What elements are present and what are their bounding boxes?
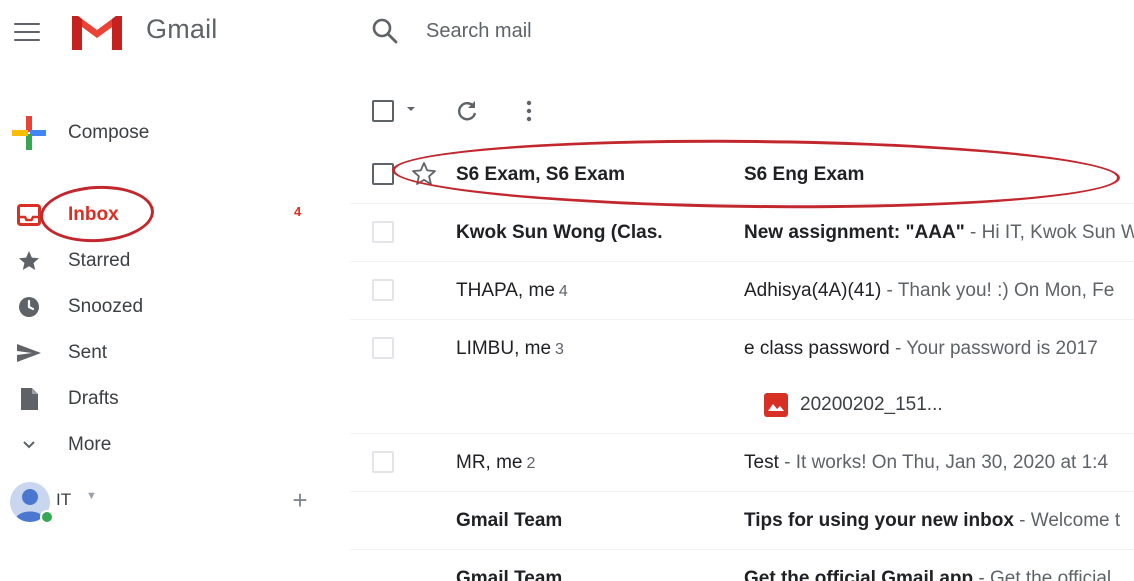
email-sender: LIMBU, me 3: [456, 338, 564, 359]
gmail-logo-icon[interactable]: [68, 10, 126, 54]
email-checkbox[interactable]: [372, 279, 394, 301]
sidebar-item-snoozed[interactable]: Snoozed: [0, 284, 330, 330]
email-sender: Gmail Team: [456, 510, 563, 531]
account-name: IT: [56, 490, 72, 509]
sidebar-item-sent[interactable]: Sent: [0, 330, 330, 376]
star-icon: [16, 248, 42, 274]
email-sender: Gmail Team: [456, 568, 563, 581]
sidebar-item-label: Inbox: [68, 204, 119, 225]
unread-count-badge: 4: [294, 204, 302, 219]
inbox-icon: [16, 202, 42, 228]
top-bar: Gmail: [0, 0, 1134, 64]
email-sender: S6 Exam, S6 Exam: [456, 164, 625, 185]
attachment-name: 20200202_151...: [800, 394, 943, 415]
more-options-icon[interactable]: [516, 98, 542, 124]
add-chat-button[interactable]: +: [284, 484, 316, 516]
sidebar-item-starred[interactable]: Starred: [0, 238, 330, 284]
email-subject: Get the official Gmail app: [744, 568, 974, 581]
caret-down-icon[interactable]: ▼: [86, 490, 97, 502]
app-name: Gmail: [146, 14, 218, 44]
email-checkbox[interactable]: [372, 163, 394, 185]
sidebar-item-label: More: [68, 434, 112, 455]
email-sender: Kwok Sun Wong (Clas.: [456, 222, 663, 243]
search-input[interactable]: [426, 19, 1026, 43]
compose-label: Compose: [68, 122, 150, 143]
email-snippet: - It works! On Thu, Jan 30, 2020 at 1:4: [778, 452, 1109, 473]
email-snippet: - Your password is 2017: [889, 338, 1098, 359]
star-icon[interactable]: [410, 160, 438, 188]
email-content: Get the official Gmail app - Get the off…: [744, 568, 1134, 581]
email-content: e class password - Your password is 2017: [744, 338, 1134, 360]
sidebar-nav: Inbox 4 Starred Snoozed Sent Drafts More: [0, 192, 330, 468]
refresh-icon[interactable]: [454, 98, 480, 124]
select-all-checkbox[interactable]: [372, 100, 394, 122]
email-snippet: - Welcome t: [1013, 510, 1121, 531]
sidebar-item-drafts[interactable]: Drafts: [0, 376, 330, 422]
main-menu-icon[interactable]: [12, 18, 42, 46]
list-toolbar: [360, 88, 760, 134]
email-row[interactable]: S6 Exam, S6 Exam S6 Eng Exam: [350, 146, 1134, 204]
send-icon: [16, 340, 42, 366]
thread-count: 2: [526, 455, 536, 472]
email-subject: Tips for using your new inbox: [744, 510, 1014, 531]
sidebar-item-label: Starred: [68, 250, 131, 271]
search-icon[interactable]: [360, 6, 410, 56]
email-subject: e class password: [744, 338, 890, 359]
attachment-chip[interactable]: 20200202_151...: [756, 388, 955, 422]
email-list: S6 Exam, S6 Exam S6 Eng Exam Kwok Sun Wo…: [350, 146, 1134, 581]
email-row[interactable]: MR, me 2 Test - It works! On Thu, Jan 30,…: [350, 434, 1134, 492]
presence-status-dot: [40, 510, 54, 524]
email-sender: MR, me 2: [456, 452, 536, 473]
email-content: New assignment: "AAA" - Hi IT, Kwok Sun …: [744, 222, 1134, 244]
email-subject: Adhisya(4A)(41): [744, 280, 882, 301]
email-checkbox[interactable]: [372, 221, 394, 243]
email-row[interactable]: Kwok Sun Wong (Clas. New assignment: "AA…: [350, 204, 1134, 262]
email-sender: THAPA, me 4: [456, 280, 568, 301]
draft-icon: [16, 386, 42, 412]
email-snippet: - Hi IT, Kwok Sun W: [964, 222, 1134, 243]
email-content: S6 Eng Exam: [744, 164, 1134, 186]
email-subject: S6 Eng Exam: [744, 164, 865, 185]
thread-count: 4: [558, 283, 568, 300]
sidebar-item-label: Drafts: [68, 388, 119, 409]
email-content: Adhisya(4A)(41) - Thank you! :) On Mon, …: [744, 280, 1134, 302]
sidebar-item-more[interactable]: More: [0, 422, 330, 468]
account-switcher[interactable]: IT ▼ +: [8, 478, 328, 526]
chevron-down-icon: [16, 432, 42, 458]
search-bar[interactable]: [360, 6, 1120, 56]
clock-icon: [16, 294, 42, 320]
compose-button[interactable]: Compose: [4, 104, 194, 162]
email-snippet: - Thank you! :) On Mon, Fe: [881, 280, 1115, 301]
thread-count: 3: [555, 341, 564, 358]
sidebar-item-label: Snoozed: [68, 296, 144, 317]
select-menu-caret-icon[interactable]: [404, 102, 418, 116]
email-content: Test - It works! On Thu, Jan 30, 2020 at…: [744, 452, 1134, 474]
email-row[interactable]: Gmail Team Get the official Gmail app - …: [350, 550, 1134, 581]
email-snippet: - Get the official: [973, 568, 1112, 581]
email-checkbox[interactable]: [372, 337, 394, 359]
email-row[interactable]: LIMBU, me 3 e class password - Your passw…: [350, 320, 1134, 434]
email-content: Tips for using your new inbox - Welcome …: [744, 510, 1134, 532]
sidebar-item-label: Sent: [68, 342, 108, 363]
email-subject: New assignment: "AAA": [744, 222, 965, 243]
email-row[interactable]: THAPA, me 4 Adhisya(4A)(41) - Thank you! …: [350, 262, 1134, 320]
email-subject: Test: [744, 452, 779, 473]
sidebar-item-inbox[interactable]: Inbox 4: [0, 192, 330, 238]
email-checkbox[interactable]: [372, 451, 394, 473]
image-file-icon: [764, 393, 788, 417]
compose-plus-icon: [12, 116, 46, 150]
email-row[interactable]: Gmail Team Tips for using your new inbox…: [350, 492, 1134, 550]
